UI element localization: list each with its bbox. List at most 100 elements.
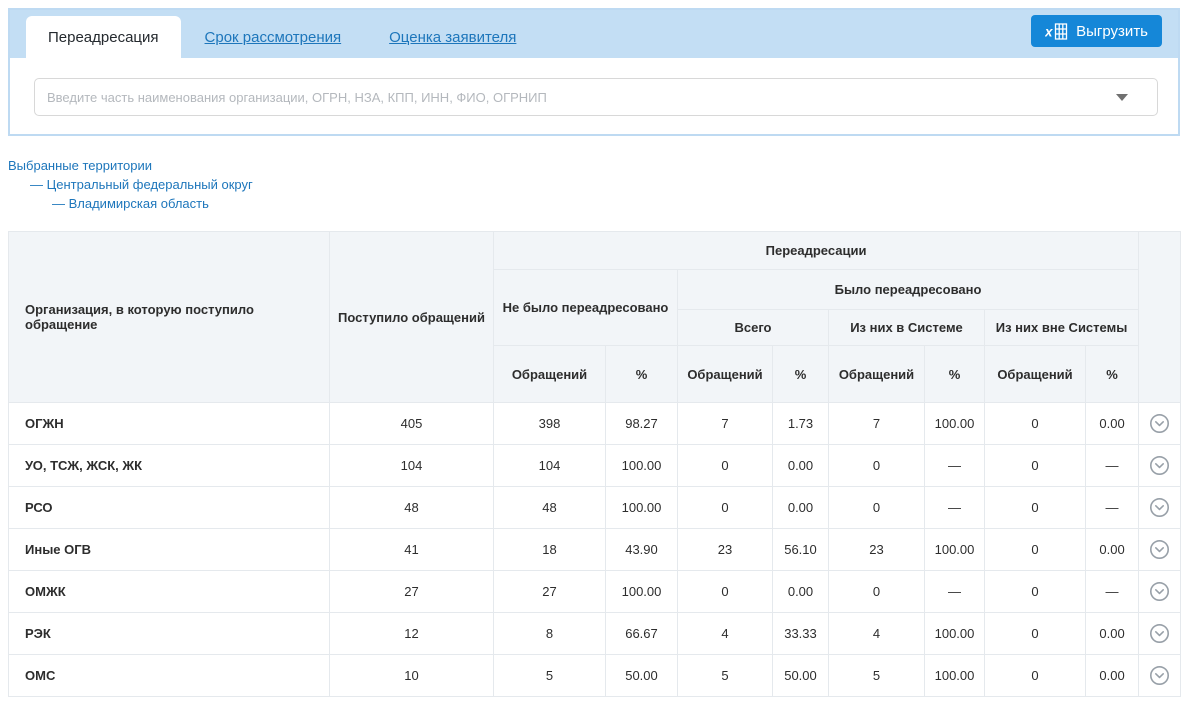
value-cell: 0 xyxy=(829,571,925,613)
table-header: Организация, в которую поступило обращен… xyxy=(9,232,1181,403)
value-cell: — xyxy=(925,571,985,613)
value-cell: — xyxy=(1086,487,1139,529)
value-cell: 4 xyxy=(678,613,773,655)
header-actions xyxy=(1139,232,1181,403)
row-actions xyxy=(1139,529,1181,571)
value-cell: 43.90 xyxy=(606,529,678,571)
expand-row-button[interactable] xyxy=(1147,663,1172,688)
tab-label: Срок рассмотрения xyxy=(205,29,342,46)
row-actions xyxy=(1139,655,1181,697)
value-cell: 0 xyxy=(678,571,773,613)
value-cell: 0 xyxy=(985,487,1086,529)
value-cell: 18 xyxy=(494,529,606,571)
org-name: РСО xyxy=(9,487,330,529)
value-cell: 23 xyxy=(829,529,925,571)
territory-link-region[interactable]: — Владимирская область xyxy=(52,194,1188,213)
value-cell: 48 xyxy=(494,487,606,529)
value-cell: 0.00 xyxy=(1086,613,1139,655)
value-cell: 398 xyxy=(494,403,606,445)
header-percent: % xyxy=(925,346,985,403)
filter-panel: Переадресация Срок рассмотрения Оценка з… xyxy=(8,8,1180,136)
org-name: УО, ТСЖ, ЖСК, ЖК xyxy=(9,445,330,487)
value-cell: 10 xyxy=(330,655,494,697)
table-row: ОМС 10 5 50.00 5 50.00 5 100.00 0 0.00 xyxy=(9,655,1181,697)
dropdown-arrow-icon[interactable] xyxy=(1116,94,1128,101)
table-row: Иные ОГВ 41 18 43.90 23 56.10 23 100.00 … xyxy=(9,529,1181,571)
header-appeals: Обращений xyxy=(985,346,1086,403)
value-cell: 23 xyxy=(678,529,773,571)
value-cell: — xyxy=(925,487,985,529)
row-actions xyxy=(1139,487,1181,529)
value-cell: 7 xyxy=(678,403,773,445)
expand-row-button[interactable] xyxy=(1147,537,1172,562)
value-cell: 100.00 xyxy=(606,571,678,613)
value-cell: 0.00 xyxy=(1086,655,1139,697)
value-cell: 100.00 xyxy=(925,403,985,445)
chevron-down-circle-icon xyxy=(1149,464,1170,479)
row-actions xyxy=(1139,445,1181,487)
value-cell: 50.00 xyxy=(773,655,829,697)
value-cell: — xyxy=(1086,445,1139,487)
search-area xyxy=(10,58,1178,134)
value-cell: 405 xyxy=(330,403,494,445)
org-name: ОМЖК xyxy=(9,571,330,613)
header-percent: % xyxy=(773,346,829,403)
value-cell: 100.00 xyxy=(925,529,985,571)
value-cell: 0 xyxy=(678,487,773,529)
value-cell: — xyxy=(925,445,985,487)
organization-search-input[interactable] xyxy=(34,78,1158,116)
header-not-redirected: Не было переадресовано xyxy=(494,270,678,346)
chevron-down-circle-icon xyxy=(1149,422,1170,437)
org-name: ОМС xyxy=(9,655,330,697)
value-cell: 56.10 xyxy=(773,529,829,571)
header-in-system: Из них в Системе xyxy=(829,310,985,346)
value-cell: 0 xyxy=(829,445,925,487)
table-row: РЭК 12 8 66.67 4 33.33 4 100.00 0 0.00 xyxy=(9,613,1181,655)
value-cell: 27 xyxy=(330,571,494,613)
value-cell: 5 xyxy=(678,655,773,697)
expand-row-button[interactable] xyxy=(1147,411,1172,436)
tab-label: Переадресация xyxy=(48,29,159,46)
chevron-down-circle-icon xyxy=(1149,632,1170,647)
value-cell: 0.00 xyxy=(773,571,829,613)
org-name: РЭК xyxy=(9,613,330,655)
value-cell: 98.27 xyxy=(606,403,678,445)
value-cell: 0 xyxy=(985,613,1086,655)
value-cell: 12 xyxy=(330,613,494,655)
export-button[interactable]: x Выгрузить xyxy=(1031,15,1162,47)
table-row: ОГЖН 405 398 98.27 7 1.73 7 100.00 0 0.0… xyxy=(9,403,1181,445)
value-cell: — xyxy=(1086,571,1139,613)
value-cell: 100.00 xyxy=(606,487,678,529)
header-percent: % xyxy=(1086,346,1139,403)
value-cell: 41 xyxy=(330,529,494,571)
expand-row-button[interactable] xyxy=(1147,621,1172,646)
table-body: ОГЖН 405 398 98.27 7 1.73 7 100.00 0 0.0… xyxy=(9,403,1181,697)
tab-srok-rassmotreniya[interactable]: Срок рассмотрения xyxy=(181,16,366,58)
row-actions xyxy=(1139,571,1181,613)
expand-row-button[interactable] xyxy=(1147,453,1172,478)
table-row: РСО 48 48 100.00 0 0.00 0 — 0 — xyxy=(9,487,1181,529)
tab-pereadresaciya[interactable]: Переадресация xyxy=(26,16,181,58)
territories-title: Выбранные территории xyxy=(8,156,1188,175)
value-cell: 0.00 xyxy=(773,445,829,487)
value-cell: 0.00 xyxy=(773,487,829,529)
header-organization: Организация, в которую поступило обращен… xyxy=(9,232,330,403)
value-cell: 100.00 xyxy=(925,655,985,697)
value-cell: 100.00 xyxy=(925,613,985,655)
header-out-system: Из них вне Системы xyxy=(985,310,1139,346)
expand-row-button[interactable] xyxy=(1147,579,1172,604)
value-cell: 0 xyxy=(829,487,925,529)
expand-row-button[interactable] xyxy=(1147,495,1172,520)
value-cell: 104 xyxy=(494,445,606,487)
header-appeals: Обращений xyxy=(494,346,606,403)
svg-text:x: x xyxy=(1045,24,1053,39)
value-cell: 0.00 xyxy=(1086,403,1139,445)
value-cell: 1.73 xyxy=(773,403,829,445)
tab-ocenka-zayavitelya[interactable]: Оценка заявителя xyxy=(365,16,540,58)
excel-icon: x xyxy=(1045,22,1068,41)
value-cell: 66.67 xyxy=(606,613,678,655)
value-cell: 100.00 xyxy=(606,445,678,487)
header-appeals: Обращений xyxy=(678,346,773,403)
chevron-down-circle-icon xyxy=(1149,506,1170,521)
territory-link-federal-district[interactable]: — Центральный федеральный округ xyxy=(30,175,1188,194)
